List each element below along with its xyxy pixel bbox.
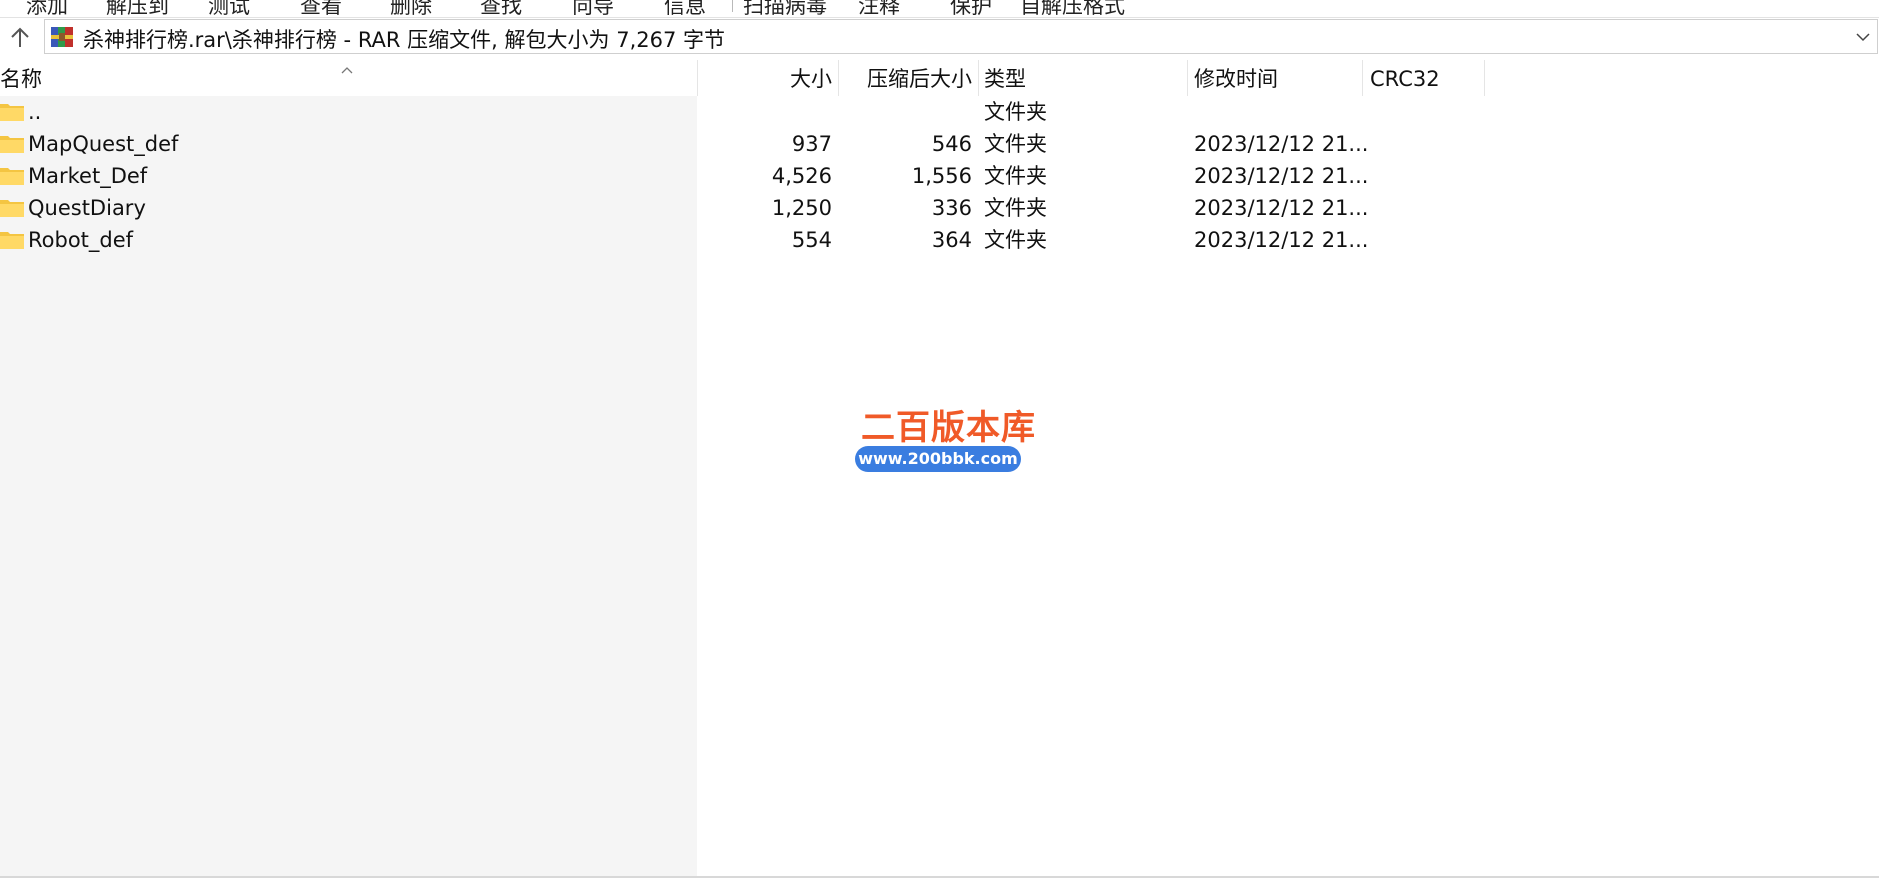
file-type: 文件夹 [984,164,1047,188]
file-modified: 2023/12/12 21... [1194,132,1369,156]
file-row[interactable]: Market_Def 4,526 1,556 文件夹 2023/12/12 21… [0,160,1879,192]
file-packed-size: 336 [931,196,972,220]
file-size: 4,526 [771,164,832,188]
file-modified: 2023/12/12 21... [1194,228,1369,252]
sort-ascending-icon [340,60,354,74]
column-header-size[interactable]: 大小 [697,64,832,94]
address-row: 杀神排行榜.rar\杀神排行榜 - RAR 压缩文件, 解包大小为 7,267 … [0,18,1879,58]
folder-icon [0,101,24,122]
toolbar: 添加 解压到 测试 查看 删除 查找 向导 信息 扫描病毒 注释 保护 自解压格… [0,0,1879,18]
file-packed-size: 1,556 [911,164,972,188]
toolbar-delete-button[interactable]: 删除 [390,0,432,17]
file-modified: 2023/12/12 21... [1194,164,1369,188]
rar-archive-icon [50,25,74,49]
toolbar-extract-to-button[interactable]: 解压到 [106,0,169,17]
address-path: 杀神排行榜.rar\杀神排行榜 - RAR 压缩文件, 解包大小为 7,267 … [83,28,726,52]
column-divider[interactable] [1484,60,1485,96]
file-row-parent[interactable]: .. 文件夹 [0,96,1879,128]
file-row[interactable]: Robot_def 554 364 文件夹 2023/12/12 21... [0,224,1879,256]
file-type: 文件夹 [984,132,1047,156]
column-header-packed[interactable]: 压缩后大小 [838,64,972,94]
file-name: .. [28,100,42,124]
file-type: 文件夹 [984,196,1047,220]
toolbar-wizard-button[interactable]: 向导 [572,0,614,17]
file-size: 937 [791,132,832,156]
toolbar-info-button[interactable]: 信息 [664,0,706,17]
folder-icon [0,165,24,186]
file-type: 文件夹 [984,100,1047,124]
column-divider[interactable] [1362,60,1363,96]
file-packed-size [838,96,972,128]
column-header-type[interactable]: 类型 [984,64,1026,94]
column-header-crc32[interactable]: CRC32 [1370,64,1440,94]
arrow-up-icon[interactable] [6,24,34,52]
toolbar-view-button[interactable]: 查看 [300,0,342,17]
address-bar[interactable]: 杀神排行榜.rar\杀神排行榜 - RAR 压缩文件, 解包大小为 7,267 … [44,19,1878,54]
file-name: Robot_def [28,228,134,252]
file-size: 554 [791,228,832,252]
column-header-modified[interactable]: 修改时间 [1194,64,1278,94]
toolbar-comment-button[interactable]: 注释 [858,0,900,17]
file-modified: 2023/12/12 21... [1194,196,1369,220]
toolbar-find-button[interactable]: 查找 [480,0,522,17]
column-header-name[interactable]: 名称 [0,64,42,94]
folder-icon [0,133,24,154]
file-packed-size: 364 [931,228,972,252]
toolbar-test-button[interactable]: 测试 [208,0,250,17]
file-size [697,96,832,128]
column-divider[interactable] [978,60,979,96]
file-name: MapQuest_def [28,132,179,156]
toolbar-add-button[interactable]: 添加 [26,0,68,17]
column-divider[interactable] [1187,60,1188,96]
file-type: 文件夹 [984,228,1047,252]
file-packed-size: 546 [931,132,972,156]
folder-icon [0,229,24,250]
chevron-down-icon[interactable] [1855,29,1871,45]
column-header-row: 名称 大小 压缩后大小 类型 修改时间 CRC32 [0,60,1879,96]
toolbar-separator [732,0,733,12]
toolbar-virus-scan-button[interactable]: 扫描病毒 [743,0,827,17]
toolbar-sfx-button[interactable]: 自解压格式 [1020,0,1125,17]
file-name: QuestDiary [28,196,146,220]
watermark-url: www.200bbk.com [855,446,1021,472]
toolbar-protect-button[interactable]: 保护 [950,0,992,17]
watermark-logo: 二百版本库 www.200bbk.com [855,400,1035,475]
file-name: Market_Def [28,164,148,188]
file-size: 1,250 [771,196,832,220]
watermark-title: 二百版本库 [861,408,1036,448]
file-row[interactable]: MapQuest_def 937 546 文件夹 2023/12/12 21..… [0,128,1879,160]
folder-icon [0,197,24,218]
file-row[interactable]: QuestDiary 1,250 336 文件夹 2023/12/12 21..… [0,192,1879,224]
